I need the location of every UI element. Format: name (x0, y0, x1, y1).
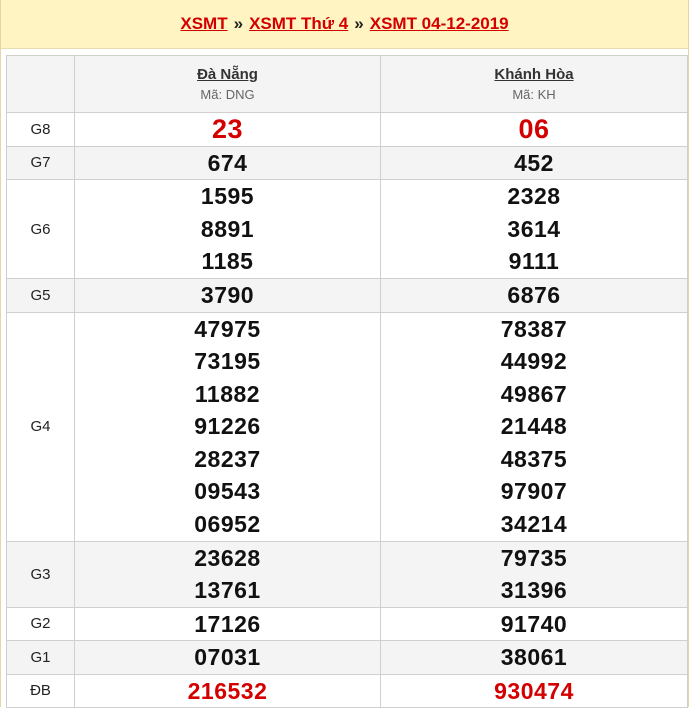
result-number: 3790 (200, 282, 255, 308)
result-cell: 6876 (380, 278, 688, 313)
prize-label: G2 (6, 606, 75, 641)
prize-row-g1: G1 07031 38061 (6, 640, 688, 675)
result-cell: 79735 31396 (380, 540, 688, 608)
prize-row-g5: G5 3790 6876 (6, 278, 688, 313)
result-number: 452 (514, 149, 554, 176)
result-cell: 47975 73195 11882 91226 28237 09543 0695… (74, 311, 381, 542)
prize-label: G8 (6, 112, 75, 147)
result-number: 2328 (507, 183, 561, 210)
prize-row-g2: G2 17126 91740 (6, 606, 688, 641)
prize-label: G7 (6, 145, 75, 180)
result-cell: 23628 13761 (74, 540, 381, 608)
result-number: 44992 (500, 348, 568, 375)
result-cell: 23 (74, 112, 381, 147)
prize-row-special: ĐB 216532 930474 (6, 673, 688, 708)
result-number: 930474 (494, 677, 574, 704)
result-number: 06952 (194, 510, 261, 537)
prize-label: ĐB (6, 673, 75, 708)
result-number: 48375 (500, 445, 568, 472)
prize-row-g7: G7 674 452 (6, 145, 688, 180)
result-number: 13761 (194, 577, 261, 603)
result-cell: 1595 8891 1185 (74, 179, 381, 279)
result-cell: 3790 (74, 278, 381, 313)
result-number: 17126 (194, 610, 261, 637)
result-cell: 452 (380, 145, 688, 180)
result-number: 73195 (194, 348, 261, 375)
province-name-link[interactable]: Khánh Hòa (381, 66, 687, 83)
result-number: 91740 (500, 610, 568, 637)
province-code: Mã: DNG (200, 87, 255, 102)
result-number: 38061 (500, 644, 568, 670)
prize-label: G5 (6, 278, 75, 313)
result-number: 97907 (500, 478, 568, 505)
result-number: 07031 (194, 644, 261, 670)
prize-row-g8: G8 23 06 (6, 112, 688, 147)
result-cell: 38061 (380, 640, 688, 675)
result-number: 06 (518, 114, 550, 144)
result-number: 09543 (194, 478, 261, 505)
result-number: 11882 (194, 380, 261, 407)
breadcrumb-separator: » (354, 14, 364, 33)
breadcrumb-separator: » (233, 14, 244, 33)
prize-row-g3: G3 23628 13761 79735 31396 (6, 540, 688, 608)
province-name-link[interactable]: Đà Nẵng (75, 66, 380, 83)
result-cell: 06 (380, 112, 688, 147)
prize-row-g6: G6 1595 8891 1185 2328 3614 9111 (6, 179, 688, 279)
result-cell: 78387 44992 49867 21448 48375 97907 3421… (380, 311, 688, 542)
breadcrumb-weekday-link[interactable]: XSMT Thứ 4 (249, 14, 348, 34)
breadcrumb-date-link[interactable]: XSMT 04-12-2019 (370, 14, 509, 34)
result-cell: 216532 (74, 673, 381, 708)
result-cell: 07031 (74, 640, 381, 675)
result-cell: 674 (74, 145, 381, 180)
result-number: 21448 (500, 413, 568, 440)
province-header-khanhhoa: Khánh Hòa Mã: KH (380, 55, 688, 113)
result-number: 47975 (194, 315, 261, 342)
prize-label: G1 (6, 640, 75, 675)
province-code: Mã: KH (512, 87, 556, 102)
result-number: 34214 (500, 510, 568, 537)
breadcrumb-xsmt-link[interactable]: XSMT (180, 14, 227, 34)
result-number: 6876 (507, 282, 561, 308)
province-header-danang: Đà Nẵng Mã: DNG (74, 55, 381, 113)
lottery-results-table: Đà Nẵng Mã: DNG Khánh Hòa Mã: KH G8 23 0… (6, 55, 688, 708)
result-number: 28237 (194, 445, 261, 472)
result-number: 23 (211, 114, 244, 144)
prize-row-g4: G4 47975 73195 11882 91226 28237 09543 0… (6, 311, 688, 542)
result-number: 1185 (201, 248, 254, 275)
result-number: 31396 (500, 577, 568, 603)
prize-label: G4 (6, 311, 75, 542)
prize-label: G3 (6, 540, 75, 608)
result-cell: 2328 3614 9111 (380, 179, 688, 279)
prize-label: G6 (6, 179, 75, 279)
breadcrumb: XSMT » XSMT Thứ 4 » XSMT 04-12-2019 (1, 0, 688, 49)
prize-column-header (6, 55, 75, 113)
result-number: 8891 (200, 215, 255, 242)
result-number: 3614 (507, 215, 561, 242)
result-number: 49867 (500, 380, 568, 407)
result-number: 9111 (508, 248, 560, 275)
result-number: 23628 (194, 544, 261, 571)
result-number: 1595 (200, 183, 255, 210)
result-cell: 17126 (74, 606, 381, 641)
result-cell: 91740 (380, 606, 688, 641)
result-cell: 930474 (380, 673, 688, 708)
result-number: 79735 (500, 544, 568, 571)
result-number: 91226 (194, 413, 261, 440)
result-number: 78387 (500, 315, 568, 342)
table-header-row: Đà Nẵng Mã: DNG Khánh Hòa Mã: KH (6, 55, 688, 113)
result-number: 674 (207, 149, 248, 176)
result-number: 216532 (187, 677, 268, 704)
